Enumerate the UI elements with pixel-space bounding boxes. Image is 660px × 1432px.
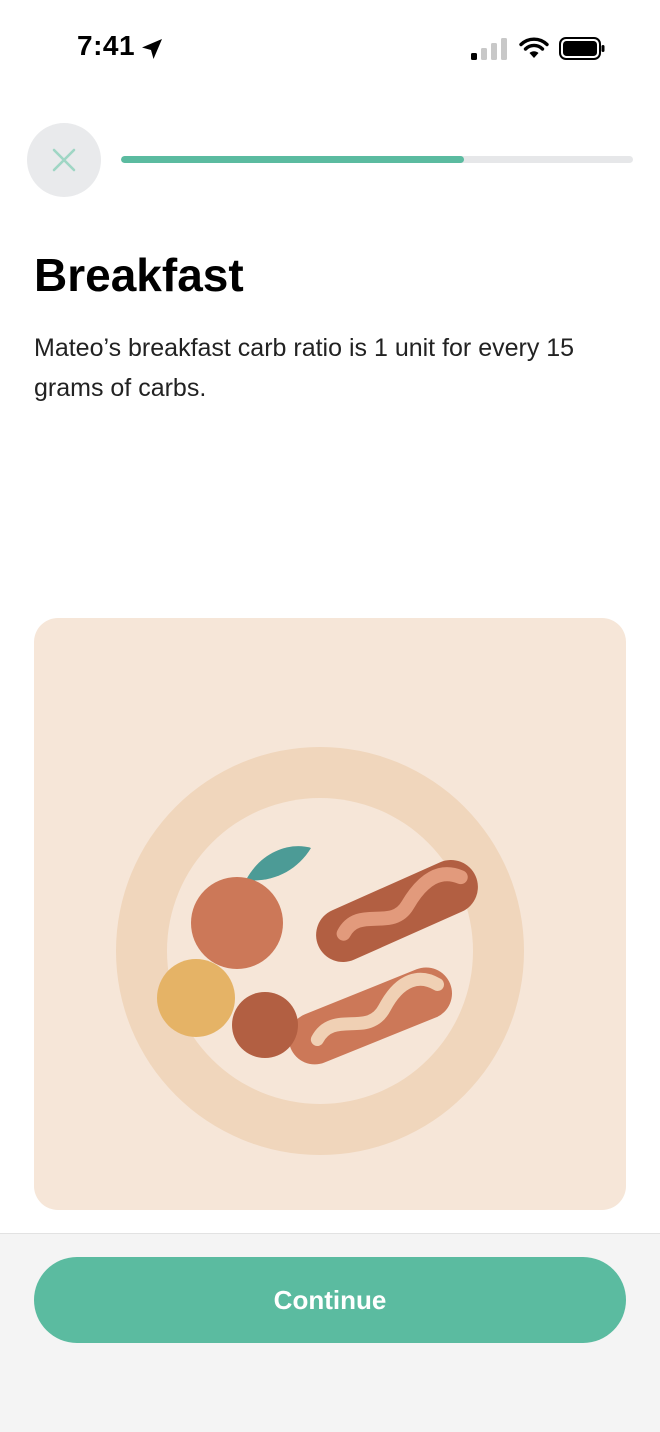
location-arrow-icon <box>142 39 162 59</box>
continue-button[interactable]: Continue <box>34 1257 626 1343</box>
progress-bar <box>121 156 633 163</box>
progress-bar-fill <box>121 156 465 163</box>
status-time: 7:41 <box>77 30 136 61</box>
close-button[interactable] <box>27 123 101 197</box>
egg-yolk <box>157 959 235 1037</box>
battery-icon <box>559 37 605 60</box>
meatball <box>232 992 298 1058</box>
close-icon <box>52 148 76 172</box>
cellular-signal-icon <box>471 38 507 60</box>
wifi-icon <box>519 37 549 58</box>
illustration-card <box>34 618 626 1210</box>
orange <box>191 877 283 969</box>
breakfast-plate-illustration <box>116 747 524 1155</box>
description-text: Mateo’s breakfast carb ratio is 1 unit f… <box>34 334 575 402</box>
status-bar: 7:41 <box>0 0 660 100</box>
page-title: Breakfast <box>34 249 244 301</box>
